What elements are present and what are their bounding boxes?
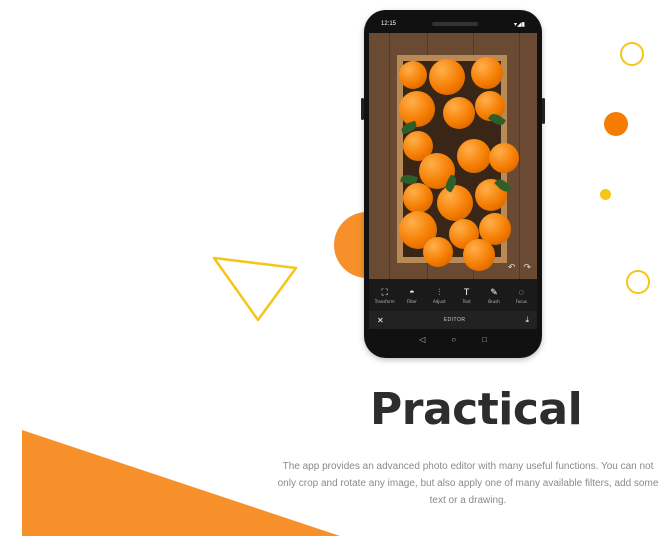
orange-fruit-image <box>399 91 435 127</box>
wood-grain-line <box>519 33 520 279</box>
editor-title: EDITOR <box>443 317 466 323</box>
status-bar: 12:15 ▾◢▮ <box>369 15 537 33</box>
wooden-crate-image <box>397 55 519 271</box>
phone-side-button <box>361 98 364 120</box>
close-icon[interactable]: ✕ <box>377 316 384 325</box>
orange-fruit-image <box>489 143 519 173</box>
tool-focus[interactable]: ◌ Focus <box>508 287 534 304</box>
tool-label: Brush <box>488 298 500 304</box>
orange-stripe-shape <box>22 256 340 536</box>
undo-redo-group: ↶ ↷ <box>508 262 531 273</box>
tool-label: Transform <box>374 298 395 304</box>
section-description: The app provides an advanced photo edito… <box>277 461 659 506</box>
tool-label: Text <box>462 298 471 304</box>
photo-canvas[interactable]: ↶ ↷ <box>369 33 537 279</box>
tool-filter[interactable]: ◓ Filter <box>399 287 425 304</box>
filter-icon: ◓ <box>409 286 415 297</box>
orange-fruit-image <box>423 237 453 267</box>
phone-side-button <box>542 98 545 124</box>
orange-fruit-image <box>437 185 473 221</box>
yellow-dot-shape <box>600 189 611 200</box>
android-nav-bar: ◁ ○ □ <box>369 329 537 349</box>
tool-label: Filter <box>407 298 417 304</box>
leaf-image <box>487 111 507 128</box>
orange-fruit-image <box>429 59 465 95</box>
wood-grain-line <box>389 33 390 279</box>
tool-adjust[interactable]: ⫶ Adjust <box>426 287 452 304</box>
brush-icon: ✎ <box>490 286 498 297</box>
yellow-ring-shape <box>620 42 644 66</box>
orange-fruit-image <box>403 183 433 213</box>
orange-fruit-image <box>457 139 491 173</box>
triangle-outline-shape <box>212 256 298 322</box>
tool-text[interactable]: T Text <box>454 287 480 304</box>
orange-fruit-image <box>471 57 503 89</box>
tool-label: Adjust <box>433 298 446 304</box>
orange-dot-shape <box>604 112 628 136</box>
redo-icon[interactable]: ↷ <box>523 262 531 273</box>
home-icon[interactable]: ○ <box>451 335 456 344</box>
phone-screen: 12:15 ▾◢▮ ↶ ↷ ⛶ Transform ◓ Filter ⫶ Adj… <box>369 15 537 353</box>
sliders-icon: ⫶ <box>438 286 441 297</box>
orange-fruit-image <box>443 97 475 129</box>
tool-label: Focus <box>515 298 528 304</box>
status-time: 12:15 <box>381 21 397 27</box>
tool-transform[interactable]: ⛶ Transform <box>372 287 398 304</box>
tool-brush[interactable]: ✎ Brush <box>481 287 507 304</box>
yellow-ring-shape <box>626 270 650 294</box>
orange-fruit-image <box>399 61 427 89</box>
editor-toolbar: ⛶ Transform ◓ Filter ⫶ Adjust T Text ✎ B… <box>369 279 537 311</box>
signal-icon: ▾◢▮ <box>514 21 525 28</box>
undo-icon[interactable]: ↶ <box>508 262 516 273</box>
editor-bottom-bar: ✕ EDITOR ⤓ <box>369 311 537 329</box>
crop-rotate-icon: ⛶ <box>381 286 388 297</box>
orange-fruit-image <box>463 239 495 271</box>
back-icon[interactable]: ◁ <box>419 335 425 344</box>
download-icon[interactable]: ⤓ <box>525 315 529 325</box>
status-icons: ▾◢▮ <box>514 21 525 28</box>
speaker-notch <box>432 22 479 26</box>
drop-icon: ◌ <box>518 286 524 297</box>
phone-mockup: 12:15 ▾◢▮ ↶ ↷ ⛶ Transform ◓ Filter ⫶ Adj… <box>361 10 545 358</box>
recent-apps-icon[interactable]: □ <box>482 335 487 344</box>
section-headline: Practical <box>370 384 583 435</box>
text-icon: T <box>463 286 470 297</box>
